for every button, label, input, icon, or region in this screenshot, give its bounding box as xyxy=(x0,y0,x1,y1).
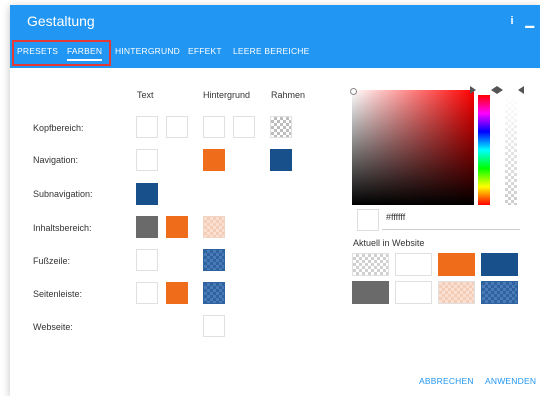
swatch-seitenleiste-background[interactable] xyxy=(203,282,225,304)
swatch-inhaltsbereich-text-2[interactable] xyxy=(166,216,188,238)
current-swatch-white-1[interactable] xyxy=(395,253,432,276)
tab-effekt[interactable]: EFFEKT xyxy=(188,46,222,56)
alpha-slider[interactable] xyxy=(505,95,517,205)
hex-input[interactable] xyxy=(386,212,516,222)
row-label-inhaltsbereich: Inhaltsbereich: xyxy=(33,223,92,233)
swatch-kopfbereich-background-1[interactable] xyxy=(203,116,225,138)
swatch-navigation-text[interactable] xyxy=(136,149,158,171)
apply-button[interactable]: ANWENDEN xyxy=(485,376,536,386)
swatch-seitenleiste-text-1[interactable] xyxy=(136,282,158,304)
swatch-seitenleiste-text-2[interactable] xyxy=(166,282,188,304)
column-border: Rahmen xyxy=(271,90,306,100)
info-icon[interactable]: i xyxy=(510,15,513,28)
current-swatch-peach[interactable] xyxy=(438,281,475,304)
current-website-label: Aktuell in Website xyxy=(353,238,425,248)
dialog-title: Gestaltung xyxy=(27,13,95,29)
swatch-kopfbereich-text-1[interactable] xyxy=(136,116,158,138)
current-swatch-white-2[interactable] xyxy=(395,281,432,304)
hue-slider[interactable] xyxy=(478,95,490,205)
swatch-webseite-background[interactable] xyxy=(203,315,225,337)
row-label-subnavigation: Subnavigation: xyxy=(33,189,93,199)
current-swatch-navy[interactable] xyxy=(481,253,518,276)
minimize-icon[interactable]: ▁ xyxy=(526,15,534,28)
swatch-inhaltsbereich-background[interactable] xyxy=(203,216,225,238)
tab-hintergrund[interactable]: HINTERGRUND xyxy=(115,46,180,56)
swatch-kopfbereich-border[interactable] xyxy=(270,116,292,138)
column-text: Text xyxy=(137,90,154,100)
dialog-header: Gestaltung i ▁ PRESETS FARBEN HINTERGRUN… xyxy=(10,5,540,68)
cancel-button[interactable]: ABBRECHEN xyxy=(419,376,474,386)
alpha-marker-left-icon xyxy=(497,86,503,94)
row-label-fusszeile: Fußzeile: xyxy=(33,256,71,266)
design-dialog: Gestaltung i ▁ PRESETS FARBEN HINTERGRUN… xyxy=(10,5,540,396)
hex-input-underline xyxy=(382,229,520,230)
row-label-navigation: Navigation: xyxy=(33,155,79,165)
hex-preview-swatch xyxy=(357,209,379,231)
tab-leere-bereiche[interactable]: LEERE BEREICHE xyxy=(233,46,310,56)
current-swatch-blue-pattern[interactable] xyxy=(481,281,518,304)
swatch-navigation-border[interactable] xyxy=(270,149,292,171)
swatch-subnavigation-text[interactable] xyxy=(136,183,158,205)
tab-farben[interactable]: FARBEN xyxy=(67,46,103,61)
swatch-kopfbereich-text-2[interactable] xyxy=(166,116,188,138)
current-swatch-orange[interactable] xyxy=(438,253,475,276)
swatch-navigation-background[interactable] xyxy=(203,149,225,171)
current-swatch-transparent[interactable] xyxy=(352,253,389,276)
swatch-kopfbereich-background-2[interactable] xyxy=(233,116,255,138)
saturation-field[interactable] xyxy=(350,88,474,205)
swatch-fusszeile-text[interactable] xyxy=(136,249,158,271)
row-label-webseite: Webseite: xyxy=(33,322,73,332)
row-label-kopfbereich: Kopfbereich: xyxy=(33,123,84,133)
swatch-fusszeile-background[interactable] xyxy=(203,249,225,271)
swatch-inhaltsbereich-text-1[interactable] xyxy=(136,216,158,238)
tab-presets[interactable]: PRESETS xyxy=(17,46,58,56)
saturation-handle[interactable] xyxy=(350,88,357,95)
current-swatch-gray[interactable] xyxy=(352,281,389,304)
tab-bar: PRESETS FARBEN HINTERGRUND EFFEKT LEERE … xyxy=(10,40,540,66)
alpha-marker-right-icon xyxy=(518,86,524,94)
hue-marker-left-icon xyxy=(470,86,476,94)
column-background: Hintergrund xyxy=(203,90,251,100)
row-label-seitenleiste: Seitenleiste: xyxy=(33,289,83,299)
